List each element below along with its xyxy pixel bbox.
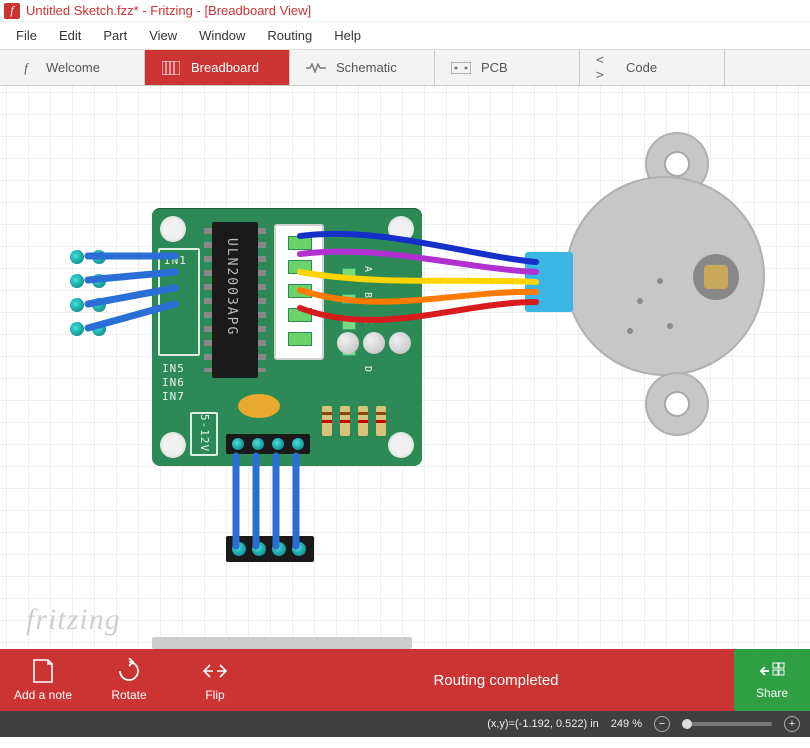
menu-file[interactable]: File	[6, 24, 47, 47]
bottom-toolbar: Add a note Rotate Flip Routing completed…	[0, 649, 810, 711]
mount-hole-icon	[162, 434, 184, 456]
tab-code[interactable]: < > Code	[580, 50, 725, 85]
tab-label: PCB	[481, 60, 508, 75]
mount-hole-icon	[162, 218, 184, 240]
stepper-motor[interactable]	[535, 136, 795, 446]
pcb-icon	[451, 62, 471, 74]
tab-welcome[interactable]: f Welcome	[0, 50, 145, 85]
rotate-button[interactable]: Rotate	[86, 649, 172, 711]
chip-label: ULN2003APG	[224, 238, 239, 336]
share-label: Share	[756, 686, 788, 700]
menu-routing[interactable]: Routing	[257, 24, 322, 47]
input-header-left[interactable]	[70, 246, 110, 346]
tab-label: Breadboard	[191, 60, 259, 75]
tab-schematic[interactable]: Schematic	[290, 50, 435, 85]
note-icon	[30, 658, 56, 684]
capacitors	[337, 332, 411, 354]
menu-part[interactable]: Part	[93, 24, 137, 47]
resistors	[322, 406, 386, 436]
led-label-a: A	[362, 266, 373, 273]
tab-pcb[interactable]: PCB	[435, 50, 580, 85]
welcome-icon: f	[16, 60, 36, 76]
canvas[interactable]: IN1 IN5 IN6 IN7 5-12V ULN2003APG A B C D	[0, 86, 810, 649]
mount-hole-icon	[390, 434, 412, 456]
tool-label: Rotate	[111, 688, 146, 702]
zoom-value: 249 %	[611, 718, 642, 730]
share-button[interactable]: Share	[734, 649, 810, 711]
tab-label: Schematic	[336, 60, 397, 75]
power-header[interactable]	[226, 434, 310, 454]
label-voltage: 5-12V	[198, 414, 211, 452]
breadboard-icon	[161, 61, 181, 75]
rotate-icon	[116, 658, 142, 684]
title-bar: f Untitled Sketch.fzz* - Fritzing - [Bre…	[0, 0, 810, 22]
motor-connector[interactable]	[274, 224, 324, 360]
power-wire-header[interactable]	[226, 536, 314, 562]
status-bar: (x,y)=(-1.192, 0.522) in 249 % − +	[0, 711, 810, 737]
label-in5: IN5	[162, 362, 185, 375]
uln2003-driver-board[interactable]: IN1 IN5 IN6 IN7 5-12V ULN2003APG A B C D	[152, 208, 422, 466]
schematic-icon	[306, 63, 326, 73]
share-icon	[759, 661, 785, 684]
zoom-thumb[interactable]	[682, 719, 692, 729]
tab-label: Welcome	[46, 60, 100, 75]
menu-window[interactable]: Window	[189, 24, 255, 47]
led-label-b: B	[362, 292, 373, 299]
tantalum-cap	[238, 394, 280, 418]
cursor-coords: (x,y)=(-1.192, 0.522) in	[487, 718, 599, 730]
menu-view[interactable]: View	[139, 24, 187, 47]
window-title: Untitled Sketch.fzz* - Fritzing - [Bread…	[26, 3, 311, 18]
menu-help[interactable]: Help	[324, 24, 371, 47]
led-label-d: D	[362, 366, 373, 373]
flip-icon	[202, 658, 228, 684]
board-label: IN1	[164, 254, 187, 267]
menu-edit[interactable]: Edit	[49, 24, 91, 47]
flip-button[interactable]: Flip	[172, 649, 258, 711]
led-label-c: C	[362, 318, 373, 325]
label-in6: IN6	[162, 376, 185, 389]
view-tabs: f Welcome Breadboard Schematic PCB < > C…	[0, 50, 810, 86]
tab-label: Code	[626, 60, 657, 75]
add-note-button[interactable]: Add a note	[0, 649, 86, 711]
tool-label: Flip	[205, 688, 224, 702]
motor-connector-base	[525, 252, 573, 312]
fritzing-watermark: fritzing	[26, 603, 121, 637]
routing-status: Routing completed	[258, 672, 734, 689]
menu-bar: File Edit Part View Window Routing Help	[0, 22, 810, 50]
tab-breadboard[interactable]: Breadboard	[145, 50, 290, 85]
zoom-out-button[interactable]: −	[654, 716, 670, 732]
mount-hole-icon	[390, 218, 412, 240]
zoom-slider[interactable]	[682, 722, 772, 726]
motor-mount-ear	[645, 372, 709, 436]
zoom-in-button[interactable]: +	[784, 716, 800, 732]
label-in7: IN7	[162, 390, 185, 403]
code-icon: < >	[596, 53, 616, 83]
motor-shaft	[693, 254, 739, 300]
tool-label: Add a note	[14, 688, 72, 702]
app-logo-icon: f	[4, 3, 20, 19]
horizontal-scrollbar[interactable]	[152, 637, 412, 649]
